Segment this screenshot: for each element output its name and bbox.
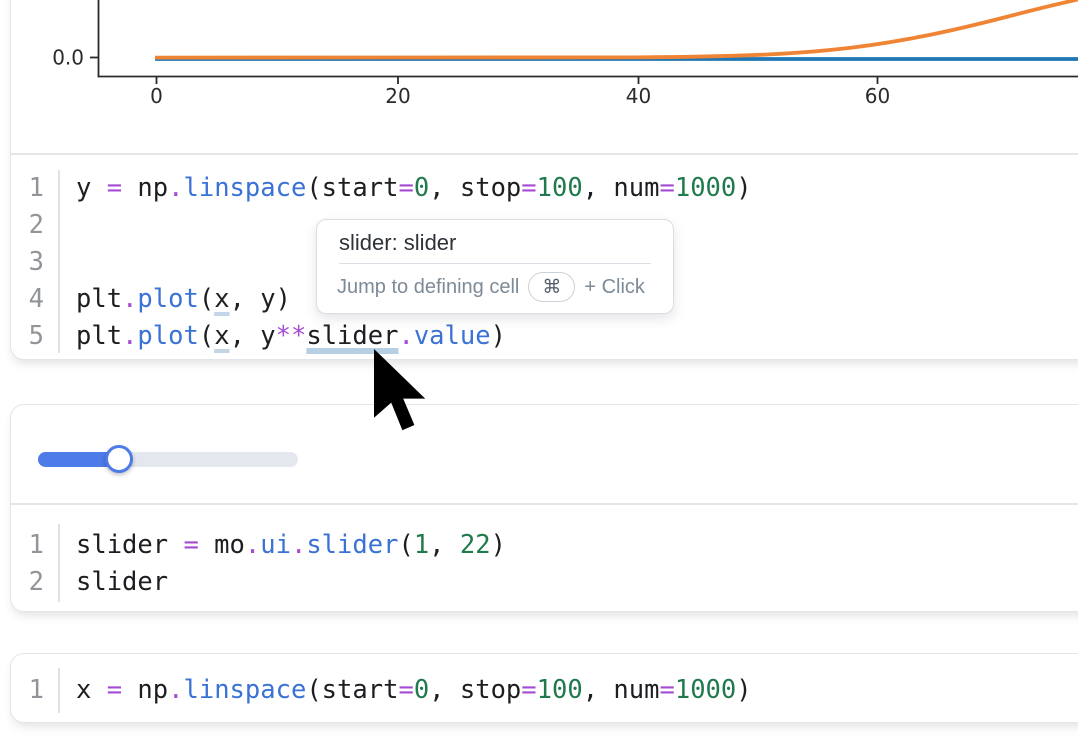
- line-number: 1: [0, 527, 44, 564]
- line-numbers: 12: [0, 527, 44, 601]
- code-line[interactable]: plt.plot(x, y**slider.value): [76, 318, 752, 355]
- output-code-divider: [11, 153, 1078, 155]
- output-code-divider: [11, 503, 1078, 505]
- line-number: 3: [0, 244, 44, 281]
- line-numbers: 1: [0, 672, 44, 709]
- code-editor[interactable]: x = np.linspace(start=0, stop=100, num=1…: [76, 672, 752, 709]
- line-number: 2: [0, 564, 44, 601]
- tooltip-hint-suffix: + Click: [584, 276, 645, 299]
- slider-thumb[interactable]: [105, 445, 133, 473]
- tooltip-hint-text: Jump to defining cell: [337, 276, 519, 299]
- marimo-notebook: { "app": { "kind": "marimo notebook (lig…: [0, 0, 1078, 746]
- line-number: 2: [0, 207, 44, 244]
- code-line[interactable]: x = np.linspace(start=0, stop=100, num=1…: [76, 672, 752, 709]
- gutter-divider: [58, 170, 60, 353]
- gutter-divider: [58, 524, 60, 602]
- line-number: 4: [0, 281, 44, 318]
- line-number: 5: [0, 318, 44, 355]
- tooltip-title: slider: slider: [317, 220, 673, 263]
- code-line[interactable]: y = np.linspace(start=0, stop=100, num=1…: [76, 170, 752, 207]
- line-number: 1: [0, 170, 44, 207]
- variable-tooltip: slider: slider Jump to defining cell ⌘ +…: [316, 219, 674, 314]
- line-number: 1: [0, 672, 44, 709]
- code-line[interactable]: slider = mo.ui.slider(1, 22): [76, 527, 506, 564]
- cmd-key: ⌘: [528, 272, 575, 302]
- gutter-divider: [58, 668, 60, 713]
- code-line[interactable]: slider: [76, 564, 506, 601]
- code-editor[interactable]: slider = mo.ui.slider(1, 22)slider: [76, 527, 506, 601]
- line-numbers: 12345: [0, 170, 44, 355]
